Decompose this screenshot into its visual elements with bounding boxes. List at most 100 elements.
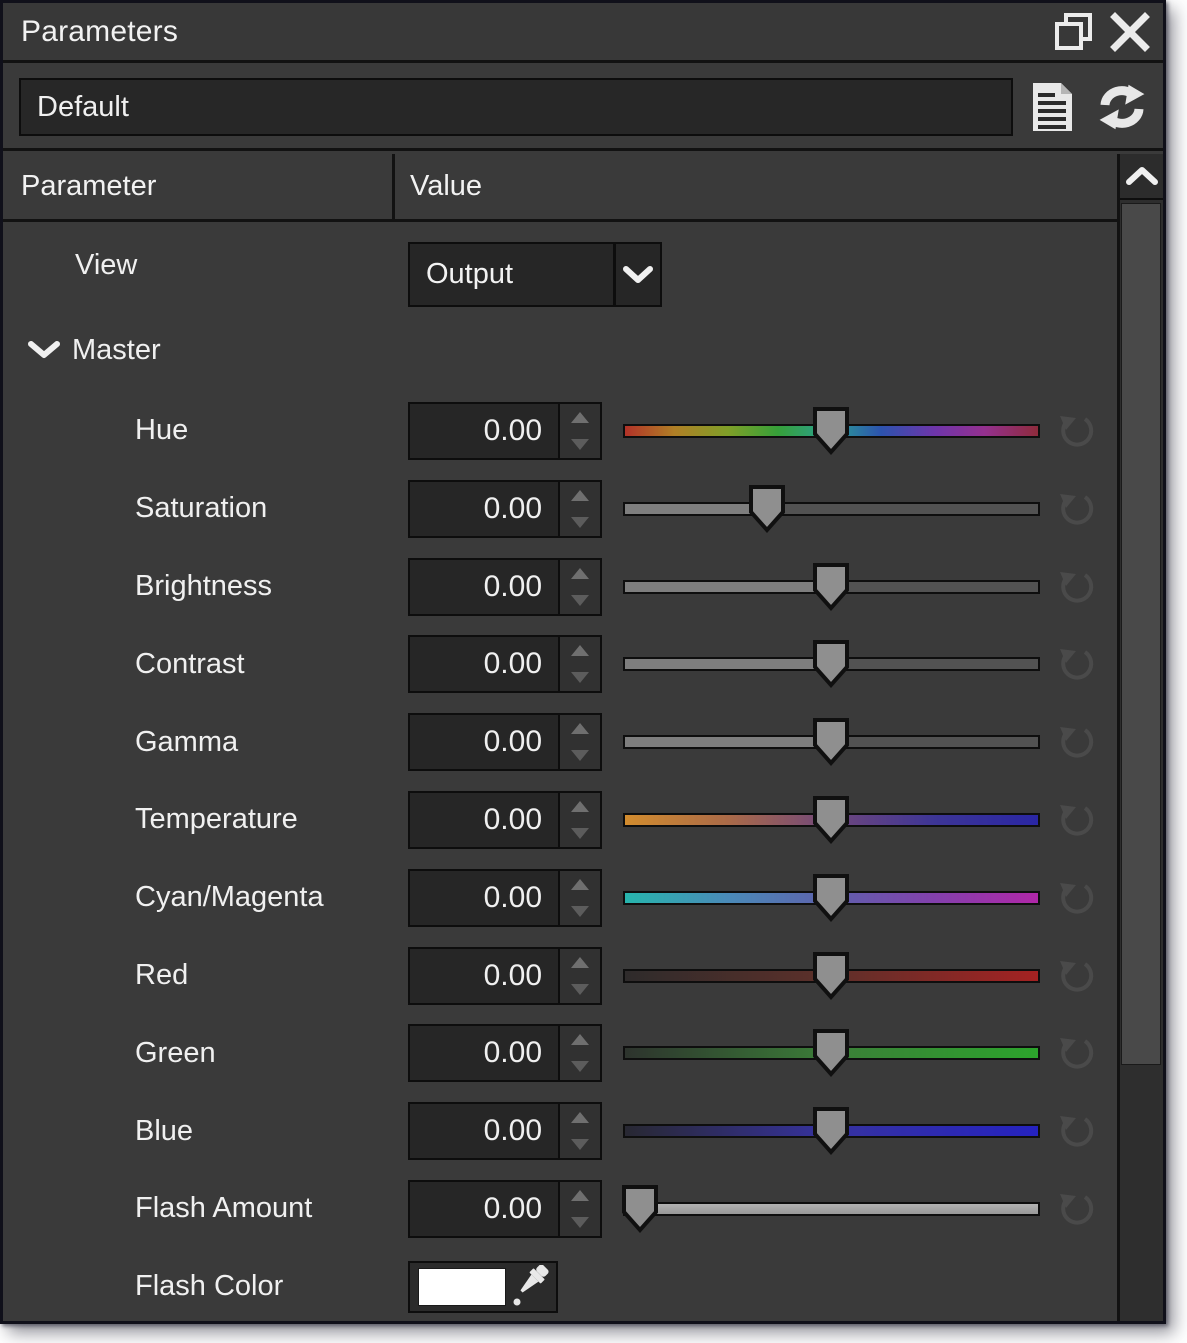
- parameter-rows: View Output Master Hue: [3, 222, 1117, 1324]
- column-header-parameter: Parameter: [21, 154, 156, 219]
- slider-handle[interactable]: [813, 952, 849, 1000]
- triangle-up-icon: [571, 1190, 589, 1201]
- preset-row: Default: [3, 66, 1163, 151]
- red-value-field[interactable]: 0.00: [410, 949, 558, 1003]
- contrast-reset-button[interactable]: [1054, 641, 1100, 687]
- spin-down-button[interactable]: [560, 587, 600, 614]
- preset-name-input[interactable]: Default: [19, 78, 1013, 136]
- temperature-value-field[interactable]: 0.00: [410, 793, 558, 847]
- gamma-spinner: 0.00: [408, 713, 602, 771]
- row-blue: Blue 0.00: [3, 1092, 1117, 1170]
- reset-icon: [1055, 1109, 1099, 1153]
- flash-color-swatch[interactable]: [418, 1268, 506, 1306]
- spin-down-button[interactable]: [560, 431, 600, 458]
- red-reset-button[interactable]: [1054, 953, 1100, 999]
- flash-amount-value-field[interactable]: 0.00: [410, 1182, 558, 1236]
- saturation-slider-track[interactable]: [623, 502, 1040, 516]
- vertical-scrollbar[interactable]: [1117, 154, 1163, 1321]
- spin-up-button[interactable]: [560, 1104, 600, 1131]
- row-master[interactable]: Master: [3, 308, 1117, 392]
- spin-up-button[interactable]: [560, 637, 600, 664]
- spin-down-button[interactable]: [560, 742, 600, 769]
- spin-up-button[interactable]: [560, 482, 600, 509]
- view-dropdown-arrow[interactable]: [613, 244, 660, 305]
- panel-title: Parameters: [21, 15, 178, 49]
- slider-handle[interactable]: [813, 1029, 849, 1077]
- saturation-value-field[interactable]: 0.00: [410, 482, 558, 536]
- eyedropper-icon[interactable]: [510, 1265, 554, 1309]
- flash-amount-reset-button[interactable]: [1054, 1186, 1100, 1232]
- spin-down-button[interactable]: [560, 1053, 600, 1080]
- spin-down-button[interactable]: [560, 509, 600, 536]
- slider-handle[interactable]: [813, 718, 849, 766]
- slider-handle[interactable]: [813, 1107, 849, 1155]
- spin-up-button[interactable]: [560, 871, 600, 898]
- saturation-reset-button[interactable]: [1054, 486, 1100, 532]
- hue-value-field[interactable]: 0.00: [410, 404, 558, 458]
- triangle-down-icon: [571, 1217, 589, 1228]
- green-reset-button[interactable]: [1054, 1030, 1100, 1076]
- brightness-value-field[interactable]: 0.00: [410, 560, 558, 614]
- scroll-up-button[interactable]: [1120, 154, 1163, 200]
- gamma-value-field[interactable]: 0.00: [410, 715, 558, 769]
- spin-up-button[interactable]: [560, 793, 600, 820]
- contrast-slider: [623, 625, 1040, 703]
- green-value-field[interactable]: 0.00: [410, 1026, 558, 1080]
- spin-down-button[interactable]: [560, 976, 600, 1003]
- triangle-up-icon: [571, 879, 589, 890]
- flash-amount-slider-track[interactable]: [623, 1202, 1040, 1216]
- reset-icon: [1055, 798, 1099, 842]
- spin-down-button[interactable]: [560, 820, 600, 847]
- refresh-preset-button[interactable]: [1095, 79, 1149, 135]
- brightness-reset-button[interactable]: [1054, 564, 1100, 610]
- param-label: Contrast: [135, 625, 245, 703]
- restore-window-button[interactable]: [1051, 9, 1097, 55]
- hue-reset-button[interactable]: [1054, 408, 1100, 454]
- blue-reset-button[interactable]: [1054, 1108, 1100, 1154]
- preset-list-button[interactable]: [1025, 79, 1079, 135]
- param-label: Flash Color: [135, 1248, 283, 1324]
- view-dropdown[interactable]: Output: [408, 242, 662, 307]
- hue-slider: [623, 392, 1040, 470]
- spin-down-button[interactable]: [560, 1209, 600, 1236]
- triangle-down-icon: [571, 906, 589, 917]
- slider-handle[interactable]: [813, 874, 849, 922]
- cyan-magenta-reset-button[interactable]: [1054, 875, 1100, 921]
- scrollbar-thumb[interactable]: [1121, 203, 1161, 1065]
- triangle-down-icon: [571, 750, 589, 761]
- master-collapse-toggle[interactable]: [23, 308, 65, 392]
- spin-up-button[interactable]: [560, 715, 600, 742]
- spin-up-button[interactable]: [560, 949, 600, 976]
- temperature-reset-button[interactable]: [1054, 797, 1100, 843]
- triangle-up-icon: [571, 568, 589, 579]
- close-button[interactable]: [1107, 9, 1153, 55]
- param-label: Red: [135, 937, 188, 1015]
- triangle-down-icon: [571, 595, 589, 606]
- slider-handle[interactable]: [813, 640, 849, 688]
- column-divider[interactable]: [392, 154, 395, 219]
- gamma-reset-button[interactable]: [1054, 719, 1100, 765]
- slider-handle[interactable]: [622, 1185, 658, 1233]
- blue-value-field[interactable]: 0.00: [410, 1104, 558, 1158]
- flash-color-swatch-button[interactable]: [408, 1261, 558, 1313]
- slider-handle[interactable]: [749, 485, 785, 533]
- row-contrast: Contrast 0.00: [3, 625, 1117, 703]
- slider-handle[interactable]: [813, 563, 849, 611]
- chevron-down-icon: [28, 340, 60, 360]
- spin-down-button[interactable]: [560, 664, 600, 691]
- cyan-magenta-value-field[interactable]: 0.00: [410, 871, 558, 925]
- spin-up-button[interactable]: [560, 560, 600, 587]
- contrast-value-field[interactable]: 0.00: [410, 637, 558, 691]
- spin-up-button[interactable]: [560, 1182, 600, 1209]
- row-green: Green 0.00: [3, 1014, 1117, 1092]
- row-brightness: Brightness 0.00: [3, 548, 1117, 626]
- triangle-up-icon: [571, 1034, 589, 1045]
- param-label: Cyan/Magenta: [135, 859, 324, 937]
- slider-handle[interactable]: [813, 796, 849, 844]
- cyan-magenta-spinner: 0.00: [408, 869, 602, 927]
- spin-up-button[interactable]: [560, 404, 600, 431]
- spin-down-button[interactable]: [560, 1131, 600, 1158]
- spin-up-button[interactable]: [560, 1026, 600, 1053]
- slider-handle[interactable]: [813, 407, 849, 455]
- spin-down-button[interactable]: [560, 898, 600, 925]
